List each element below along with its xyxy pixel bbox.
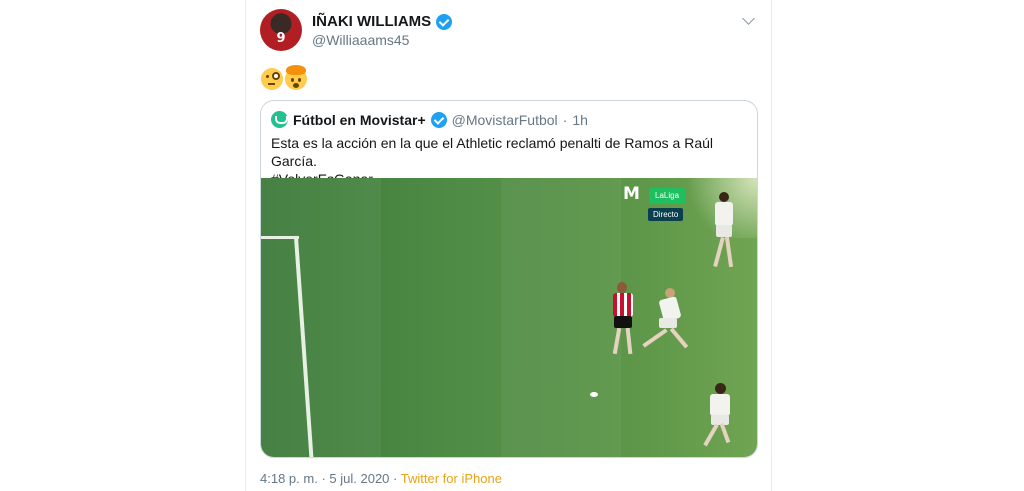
quoted-author-avatar[interactable] (271, 111, 288, 128)
chevron-down-icon[interactable] (742, 12, 755, 25)
player-white-1 (709, 192, 739, 272)
meta-separator: · (562, 111, 568, 128)
quoted-author-name[interactable]: Fútbol en Movistar+ (293, 112, 426, 128)
meta-separator: · (393, 471, 398, 486)
author-avatar[interactable]: 9 (260, 9, 302, 51)
face-with-monocle-emoji (261, 68, 283, 90)
video-thumbnail[interactable]: M LaLiga Directo (261, 178, 757, 457)
tweet-body (261, 65, 307, 90)
broadcaster-logo: M (623, 184, 640, 204)
live-badge: Directo (648, 208, 684, 221)
meta-separator: · (321, 471, 326, 486)
author-handle[interactable]: @Williaaams45 (312, 32, 409, 48)
verified-badge-icon (436, 13, 453, 30)
player-white-3 (701, 383, 741, 453)
verified-badge-icon (430, 111, 447, 128)
tweet-footer: 4:18 p. m. · 5 jul. 2020 · Twitter for i… (260, 471, 502, 486)
quoted-author-handle[interactable]: @MovistarFutbol (452, 112, 558, 128)
quoted-timestamp[interactable]: 1h (572, 112, 588, 128)
author-display-name[interactable]: IÑAKI WILLIAMS (312, 13, 431, 30)
exploding-head-emoji (285, 65, 307, 90)
quoted-tweet-header: Fútbol en Movistar+ @MovistarFutbol · 1h (271, 111, 588, 128)
tweet-card: 9 IÑAKI WILLIAMS @Williaaams45 Fútbol en… (245, 0, 772, 491)
player-athletic (603, 282, 643, 362)
author-name-row[interactable]: IÑAKI WILLIAMS (312, 13, 453, 30)
tweet-source-link[interactable]: Twitter for iPhone (401, 471, 502, 486)
quoted-tweet[interactable]: Fútbol en Movistar+ @MovistarFutbol · 1h… (260, 100, 758, 458)
avatar-number: 9 (276, 31, 286, 46)
quoted-text-line: Esta es la acción en la que el Athletic … (271, 135, 714, 169)
tweet-date[interactable]: 5 jul. 2020 (329, 471, 389, 486)
player-white-2 (642, 288, 695, 358)
competition-badge: LaLiga (649, 188, 686, 204)
ball (590, 392, 598, 397)
tweet-time[interactable]: 4:18 p. m. (260, 471, 318, 486)
